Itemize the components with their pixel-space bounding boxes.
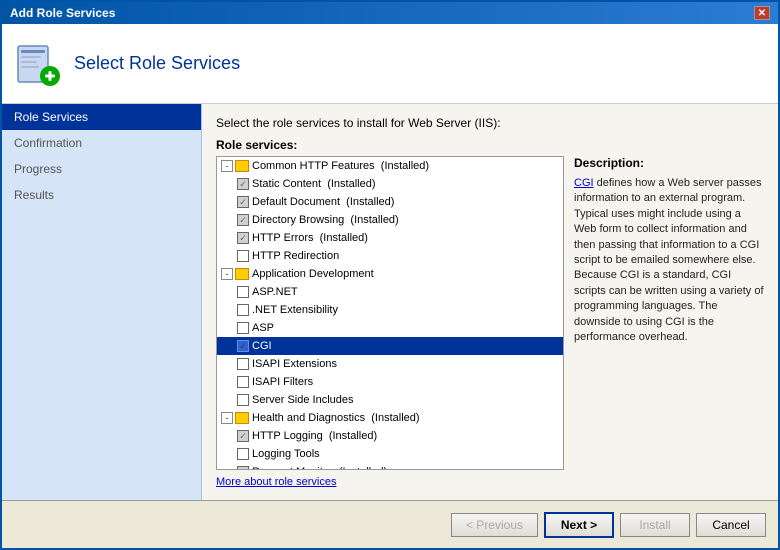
cb-cgi[interactable] (237, 340, 249, 352)
role-services-label: Role services: (216, 138, 764, 152)
toggle-common-http[interactable]: - (221, 160, 233, 172)
tree-item-net-extensibility[interactable]: .NET Extensibility (217, 301, 563, 319)
tree-item-static-content[interactable]: Static Content (Installed) (217, 175, 563, 193)
sidebar-item-progress[interactable]: Progress (2, 156, 201, 182)
next-button[interactable]: Next > (544, 512, 614, 538)
cb-http-redirection[interactable] (237, 250, 249, 262)
tree-item-server-side-includes[interactable]: Server Side Includes (217, 391, 563, 409)
tree-item-isapi-ext[interactable]: ISAPI Extensions (217, 355, 563, 373)
cb-static-content[interactable] (237, 178, 249, 190)
description-title: Description: (574, 156, 764, 170)
tree-item-asp[interactable]: ASP (217, 319, 563, 337)
tree-item-default-document[interactable]: Default Document (Installed) (217, 193, 563, 211)
close-button[interactable]: ✕ (754, 6, 770, 20)
tree-item-logging-tools[interactable]: Logging Tools (217, 445, 563, 463)
tree-item-health-diag[interactable]: - Health and Diagnostics (Installed) (217, 409, 563, 427)
title-bar: Add Role Services ✕ (2, 2, 778, 24)
install-button[interactable]: Install (620, 513, 690, 537)
main-window: Add Role Services ✕ Select Role Services… (0, 0, 780, 550)
tree-item-cgi[interactable]: CGI (217, 337, 563, 355)
tree-item-request-monitor[interactable]: Request Monitor (Installed) (217, 463, 563, 470)
cb-http-errors[interactable] (237, 232, 249, 244)
cb-isapi-filters[interactable] (237, 376, 249, 388)
toggle-app-dev[interactable]: - (221, 268, 233, 280)
cb-logging-tools[interactable] (237, 448, 249, 460)
sidebar-item-results[interactable]: Results (2, 182, 201, 208)
folder-icon-common-http (235, 160, 249, 172)
description-panel: Description: CGI defines how a Web serve… (574, 156, 764, 470)
previous-button[interactable]: < Previous (451, 513, 538, 537)
main-instruction: Select the role services to install for … (216, 116, 764, 130)
tree-item-isapi-filters[interactable]: ISAPI Filters (217, 373, 563, 391)
tree-item-aspnet[interactable]: ASP.NET (217, 283, 563, 301)
tree-panel[interactable]: - Common HTTP Features (Installed) Stati… (216, 156, 564, 470)
more-link: More about role services (216, 476, 764, 488)
cb-asp[interactable] (237, 322, 249, 334)
folder-icon-app-dev (235, 268, 249, 280)
cgi-link[interactable]: CGI (574, 177, 594, 189)
content-area: Role Services Confirmation Progress Resu… (2, 104, 778, 500)
cb-net-extensibility[interactable] (237, 304, 249, 316)
cb-server-side-includes[interactable] (237, 394, 249, 406)
bottom-bar: < Previous Next > Install Cancel (2, 500, 778, 548)
more-about-link[interactable]: More about role services (216, 476, 336, 488)
sidebar-item-confirmation[interactable]: Confirmation (2, 130, 201, 156)
tree-item-directory-browsing[interactable]: Directory Browsing (Installed) (217, 211, 563, 229)
main-content: Select the role services to install for … (202, 104, 778, 500)
tree-item-http-logging[interactable]: HTTP Logging (Installed) (217, 427, 563, 445)
header-title: Select Role Services (74, 53, 240, 74)
header-section: Select Role Services (2, 24, 778, 104)
window-title: Add Role Services (10, 6, 115, 20)
tree-item-http-errors[interactable]: HTTP Errors (Installed) (217, 229, 563, 247)
folder-icon-health-diag (235, 412, 249, 424)
tree-item-app-dev[interactable]: - Application Development (217, 265, 563, 283)
header-icon (14, 40, 62, 88)
cb-directory-browsing[interactable] (237, 214, 249, 226)
tree-item-common-http[interactable]: - Common HTTP Features (Installed) (217, 157, 563, 175)
cb-default-document[interactable] (237, 196, 249, 208)
cb-http-logging[interactable] (237, 430, 249, 442)
cb-isapi-ext[interactable] (237, 358, 249, 370)
cb-request-monitor[interactable] (237, 466, 249, 470)
tree-item-http-redirection[interactable]: HTTP Redirection (217, 247, 563, 265)
cb-aspnet[interactable] (237, 286, 249, 298)
sidebar-item-role-services[interactable]: Role Services (2, 104, 201, 130)
cancel-button[interactable]: Cancel (696, 513, 766, 537)
description-text: CGI defines how a Web server passes info… (574, 176, 764, 345)
toggle-health-diag[interactable]: - (221, 412, 233, 424)
sidebar: Role Services Confirmation Progress Resu… (2, 104, 202, 500)
panels-row: - Common HTTP Features (Installed) Stati… (216, 156, 764, 470)
